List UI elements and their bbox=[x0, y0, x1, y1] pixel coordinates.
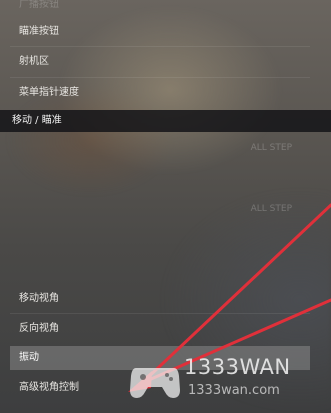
gamepad-logo-icon bbox=[130, 368, 180, 398]
watermark-subtext: 1333wan.com bbox=[188, 383, 280, 398]
gamepad-body bbox=[130, 368, 180, 398]
watermark: 1333WAN 1333wan.com bbox=[128, 350, 328, 410]
gamepad-button bbox=[169, 377, 173, 381]
watermark-text: 1333WAN bbox=[184, 355, 291, 379]
gamepad-dpad bbox=[140, 374, 146, 380]
gamepad-button bbox=[165, 373, 169, 377]
